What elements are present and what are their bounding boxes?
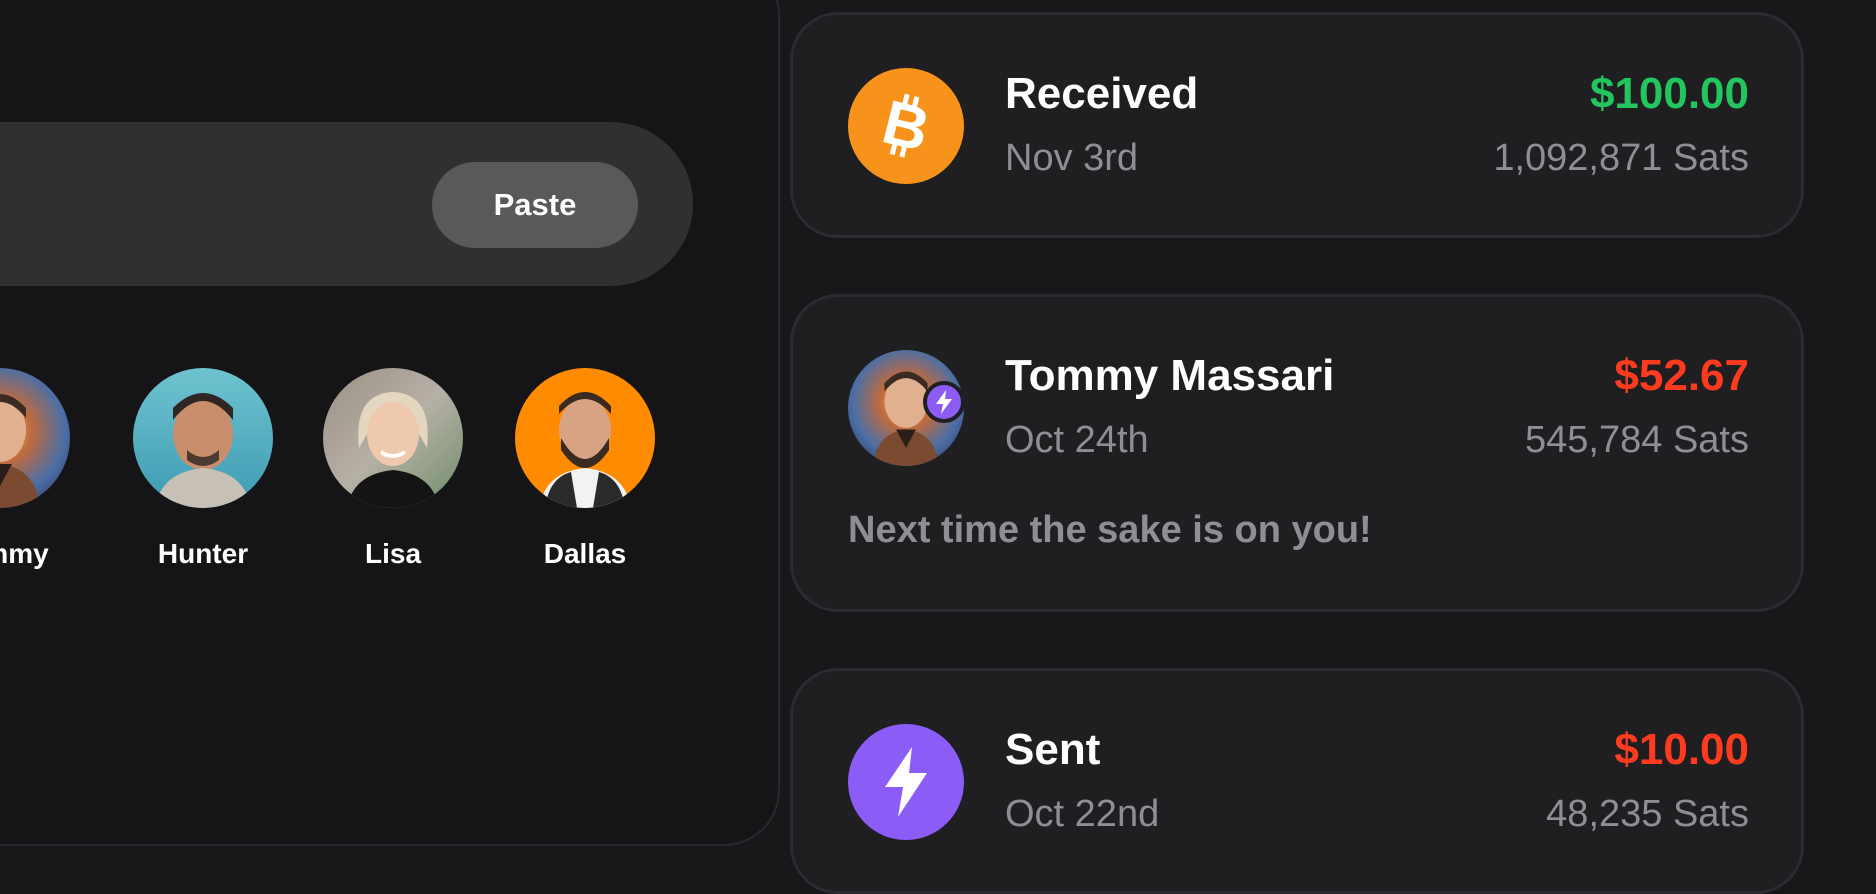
lightning-icon [848, 724, 964, 840]
transaction-amount: $52.67 [1614, 351, 1749, 400]
transaction-amount: $10.00 [1614, 725, 1749, 774]
avatar-hunter-icon [133, 368, 273, 508]
contact-lisa[interactable]: Lisa [298, 368, 488, 570]
contact-name: Tommy [0, 538, 49, 569]
avatar-lisa-icon [323, 368, 463, 508]
lightning-badge-icon [923, 381, 965, 423]
contact-name: Hunter [157, 538, 249, 569]
contact-tommy[interactable]: Tommy [0, 368, 95, 570]
transaction-amount: $100.00 [1589, 69, 1749, 118]
contacts-row: Tommy Hunter Lisa [0, 368, 700, 578]
transaction-row[interactable]: B Received Nov 3rd $100.00 1,092,871 Sat… [790, 12, 1804, 238]
transaction-row[interactable]: Sent Oct 22nd $10.00 48,235 Sats [790, 668, 1804, 894]
bitcoin-icon: B [848, 68, 964, 184]
avatar-tommy-icon [0, 368, 70, 508]
contact-name: Dallas [543, 538, 627, 569]
paste-button[interactable]: Paste [432, 162, 638, 248]
transaction-sats: 48,235 Sats [1546, 793, 1749, 835]
transaction-sats: 545,784 Sats [1525, 419, 1749, 461]
contact-name: Lisa [364, 538, 422, 569]
transaction-memo: Next time the sake is on you! [848, 509, 1372, 551]
contact-hunter[interactable]: Hunter [108, 368, 298, 570]
transaction-title: Received [1005, 69, 1199, 118]
transaction-row[interactable]: Tommy Massari Oct 24th $52.67 545,784 Sa… [790, 294, 1804, 612]
transaction-title: Sent [1005, 725, 1101, 774]
transaction-date: Oct 22nd [1005, 793, 1160, 835]
transaction-date: Oct 24th [1005, 419, 1149, 461]
transaction-date: Nov 3rd [1005, 137, 1139, 179]
avatar-dallas-icon [515, 368, 655, 508]
transaction-title: Tommy Massari [1005, 351, 1335, 400]
contact-dallas[interactable]: Dallas [490, 368, 680, 570]
transaction-sats: 1,092,871 Sats [1493, 137, 1749, 179]
